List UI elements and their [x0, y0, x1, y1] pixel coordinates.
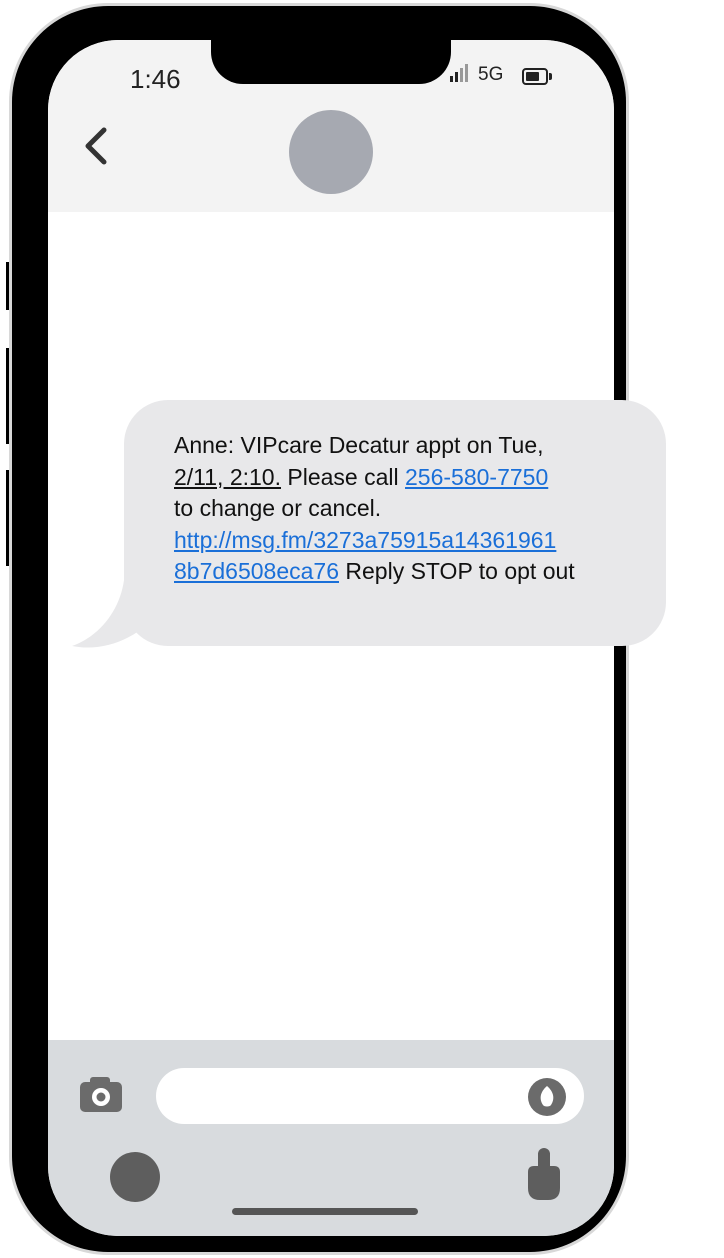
chevron-left-icon[interactable] [78, 126, 114, 166]
battery-icon [522, 68, 548, 85]
conversation-header: 1:46 5G [48, 40, 614, 212]
contact-avatar[interactable] [289, 110, 373, 194]
url-link-part-2[interactable]: 8b7d6508eca76 [174, 558, 339, 584]
message-line-3: to change or cancel. [174, 495, 382, 521]
message-input[interactable] [156, 1068, 584, 1124]
compose-bar [48, 1040, 614, 1236]
message-text: Anne: VIPcare Decatur appt on Tue, 2/11,… [174, 430, 714, 588]
network-label: 5G [478, 64, 504, 85]
opt-out-text: Reply STOP to opt out [339, 558, 575, 584]
message-text-call: Please call [281, 463, 406, 490]
status-time: 1:46 [130, 64, 181, 94]
circle-button[interactable] [110, 1152, 160, 1202]
message-line-1: Anne: VIPcare Decatur appt on Tue, [174, 432, 544, 458]
status-icons: 5G [450, 60, 580, 90]
microphone-icon[interactable] [526, 1076, 568, 1123]
camera-icon[interactable] [80, 1076, 122, 1117]
hand-icon[interactable] [524, 1146, 564, 1207]
url-link-part-1[interactable]: http://msg.fm/3273a75915a14361961 [174, 527, 556, 553]
appointment-datetime[interactable]: 2/11, 2:10. [174, 464, 281, 490]
phone-link[interactable]: 256-580-7750 [405, 464, 548, 490]
home-indicator[interactable] [232, 1208, 418, 1215]
notch [211, 40, 451, 84]
